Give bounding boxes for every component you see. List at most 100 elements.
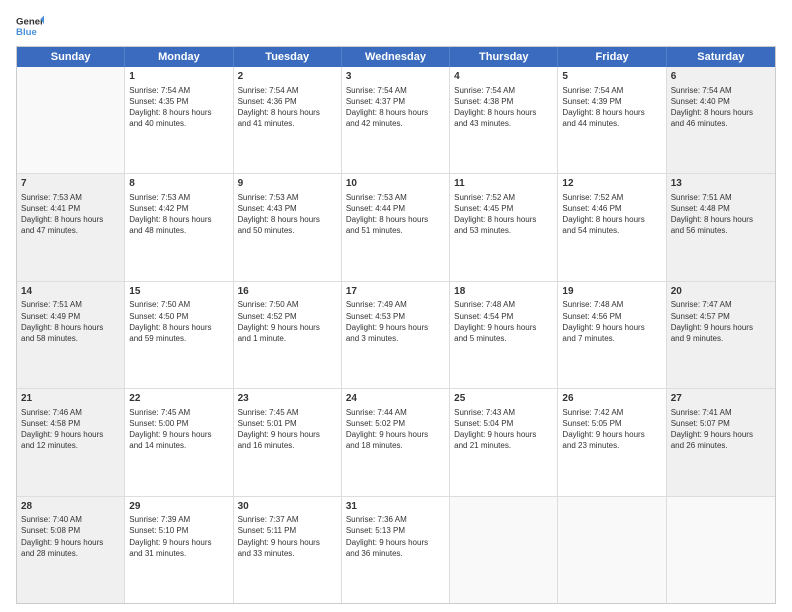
cell-info: Sunrise: 7:54 AMSunset: 4:35 PMDaylight:… [129,85,228,130]
day-number: 10 [346,177,445,191]
cal-cell: 10Sunrise: 7:53 AMSunset: 4:44 PMDayligh… [342,174,450,280]
cal-cell: 29Sunrise: 7:39 AMSunset: 5:10 PMDayligh… [125,497,233,603]
cal-cell: 1Sunrise: 7:54 AMSunset: 4:35 PMDaylight… [125,67,233,173]
cal-cell: 20Sunrise: 7:47 AMSunset: 4:57 PMDayligh… [667,282,775,388]
cal-header-tuesday: Tuesday [234,47,342,67]
cell-info: Sunrise: 7:54 AMSunset: 4:40 PMDaylight:… [671,85,771,130]
cal-header-wednesday: Wednesday [342,47,450,67]
cal-cell [667,497,775,603]
cal-week-0: 1Sunrise: 7:54 AMSunset: 4:35 PMDaylight… [17,67,775,174]
day-number: 4 [454,70,553,84]
cal-cell: 21Sunrise: 7:46 AMSunset: 4:58 PMDayligh… [17,389,125,495]
cell-info: Sunrise: 7:37 AMSunset: 5:11 PMDaylight:… [238,514,337,559]
day-number: 1 [129,70,228,84]
cal-cell: 27Sunrise: 7:41 AMSunset: 5:07 PMDayligh… [667,389,775,495]
page: General Blue SundayMondayTuesdayWednesda… [0,0,792,612]
cell-info: Sunrise: 7:41 AMSunset: 5:07 PMDaylight:… [671,407,771,452]
cal-cell: 15Sunrise: 7:50 AMSunset: 4:50 PMDayligh… [125,282,233,388]
cell-info: Sunrise: 7:44 AMSunset: 5:02 PMDaylight:… [346,407,445,452]
cell-info: Sunrise: 7:54 AMSunset: 4:37 PMDaylight:… [346,85,445,130]
cal-header-thursday: Thursday [450,47,558,67]
day-number: 25 [454,392,553,406]
day-number: 24 [346,392,445,406]
cell-info: Sunrise: 7:39 AMSunset: 5:10 PMDaylight:… [129,514,228,559]
logo: General Blue [16,12,44,40]
cell-info: Sunrise: 7:53 AMSunset: 4:42 PMDaylight:… [129,192,228,237]
cal-cell: 4Sunrise: 7:54 AMSunset: 4:38 PMDaylight… [450,67,558,173]
cal-cell: 13Sunrise: 7:51 AMSunset: 4:48 PMDayligh… [667,174,775,280]
cell-info: Sunrise: 7:51 AMSunset: 4:48 PMDaylight:… [671,192,771,237]
cal-cell: 23Sunrise: 7:45 AMSunset: 5:01 PMDayligh… [234,389,342,495]
cell-info: Sunrise: 7:53 AMSunset: 4:44 PMDaylight:… [346,192,445,237]
day-number: 26 [562,392,661,406]
day-number: 20 [671,285,771,299]
day-number: 2 [238,70,337,84]
day-number: 29 [129,500,228,514]
cell-info: Sunrise: 7:53 AMSunset: 4:43 PMDaylight:… [238,192,337,237]
cell-info: Sunrise: 7:48 AMSunset: 4:54 PMDaylight:… [454,299,553,344]
cal-header-friday: Friday [558,47,666,67]
cell-info: Sunrise: 7:40 AMSunset: 5:08 PMDaylight:… [21,514,120,559]
day-number: 19 [562,285,661,299]
cal-week-3: 21Sunrise: 7:46 AMSunset: 4:58 PMDayligh… [17,389,775,496]
cell-info: Sunrise: 7:36 AMSunset: 5:13 PMDaylight:… [346,514,445,559]
cell-info: Sunrise: 7:51 AMSunset: 4:49 PMDaylight:… [21,299,120,344]
day-number: 6 [671,70,771,84]
cal-header-saturday: Saturday [667,47,775,67]
cal-cell: 31Sunrise: 7:36 AMSunset: 5:13 PMDayligh… [342,497,450,603]
cal-cell: 14Sunrise: 7:51 AMSunset: 4:49 PMDayligh… [17,282,125,388]
day-number: 5 [562,70,661,84]
cell-info: Sunrise: 7:54 AMSunset: 4:36 PMDaylight:… [238,85,337,130]
cal-week-1: 7Sunrise: 7:53 AMSunset: 4:41 PMDaylight… [17,174,775,281]
cell-info: Sunrise: 7:42 AMSunset: 5:05 PMDaylight:… [562,407,661,452]
cal-header-monday: Monday [125,47,233,67]
cal-cell: 18Sunrise: 7:48 AMSunset: 4:54 PMDayligh… [450,282,558,388]
cell-info: Sunrise: 7:47 AMSunset: 4:57 PMDaylight:… [671,299,771,344]
cal-cell: 16Sunrise: 7:50 AMSunset: 4:52 PMDayligh… [234,282,342,388]
day-number: 15 [129,285,228,299]
cal-header-sunday: Sunday [17,47,125,67]
cal-cell: 26Sunrise: 7:42 AMSunset: 5:05 PMDayligh… [558,389,666,495]
svg-text:General: General [16,16,44,27]
calendar-header-row: SundayMondayTuesdayWednesdayThursdayFrid… [17,47,775,67]
day-number: 3 [346,70,445,84]
cell-info: Sunrise: 7:52 AMSunset: 4:46 PMDaylight:… [562,192,661,237]
cell-info: Sunrise: 7:52 AMSunset: 4:45 PMDaylight:… [454,192,553,237]
day-number: 14 [21,285,120,299]
day-number: 8 [129,177,228,191]
day-number: 28 [21,500,120,514]
day-number: 23 [238,392,337,406]
day-number: 12 [562,177,661,191]
day-number: 21 [21,392,120,406]
cal-cell: 22Sunrise: 7:45 AMSunset: 5:00 PMDayligh… [125,389,233,495]
cal-cell [450,497,558,603]
cal-cell: 25Sunrise: 7:43 AMSunset: 5:04 PMDayligh… [450,389,558,495]
header: General Blue [16,12,776,40]
cell-info: Sunrise: 7:43 AMSunset: 5:04 PMDaylight:… [454,407,553,452]
cal-cell: 19Sunrise: 7:48 AMSunset: 4:56 PMDayligh… [558,282,666,388]
day-number: 11 [454,177,553,191]
day-number: 30 [238,500,337,514]
cal-cell: 9Sunrise: 7:53 AMSunset: 4:43 PMDaylight… [234,174,342,280]
logo-icon: General Blue [16,12,44,40]
cal-cell: 3Sunrise: 7:54 AMSunset: 4:37 PMDaylight… [342,67,450,173]
day-number: 31 [346,500,445,514]
cal-cell: 11Sunrise: 7:52 AMSunset: 4:45 PMDayligh… [450,174,558,280]
day-number: 13 [671,177,771,191]
cell-info: Sunrise: 7:48 AMSunset: 4:56 PMDaylight:… [562,299,661,344]
day-number: 7 [21,177,120,191]
cal-cell: 5Sunrise: 7:54 AMSunset: 4:39 PMDaylight… [558,67,666,173]
cell-info: Sunrise: 7:54 AMSunset: 4:39 PMDaylight:… [562,85,661,130]
day-number: 9 [238,177,337,191]
day-number: 16 [238,285,337,299]
cell-info: Sunrise: 7:45 AMSunset: 5:00 PMDaylight:… [129,407,228,452]
cal-cell [17,67,125,173]
cal-cell: 8Sunrise: 7:53 AMSunset: 4:42 PMDaylight… [125,174,233,280]
cal-cell: 6Sunrise: 7:54 AMSunset: 4:40 PMDaylight… [667,67,775,173]
cal-cell: 28Sunrise: 7:40 AMSunset: 5:08 PMDayligh… [17,497,125,603]
cal-cell: 2Sunrise: 7:54 AMSunset: 4:36 PMDaylight… [234,67,342,173]
cal-cell: 24Sunrise: 7:44 AMSunset: 5:02 PMDayligh… [342,389,450,495]
cell-info: Sunrise: 7:50 AMSunset: 4:52 PMDaylight:… [238,299,337,344]
calendar: SundayMondayTuesdayWednesdayThursdayFrid… [16,46,776,604]
cal-cell: 30Sunrise: 7:37 AMSunset: 5:11 PMDayligh… [234,497,342,603]
